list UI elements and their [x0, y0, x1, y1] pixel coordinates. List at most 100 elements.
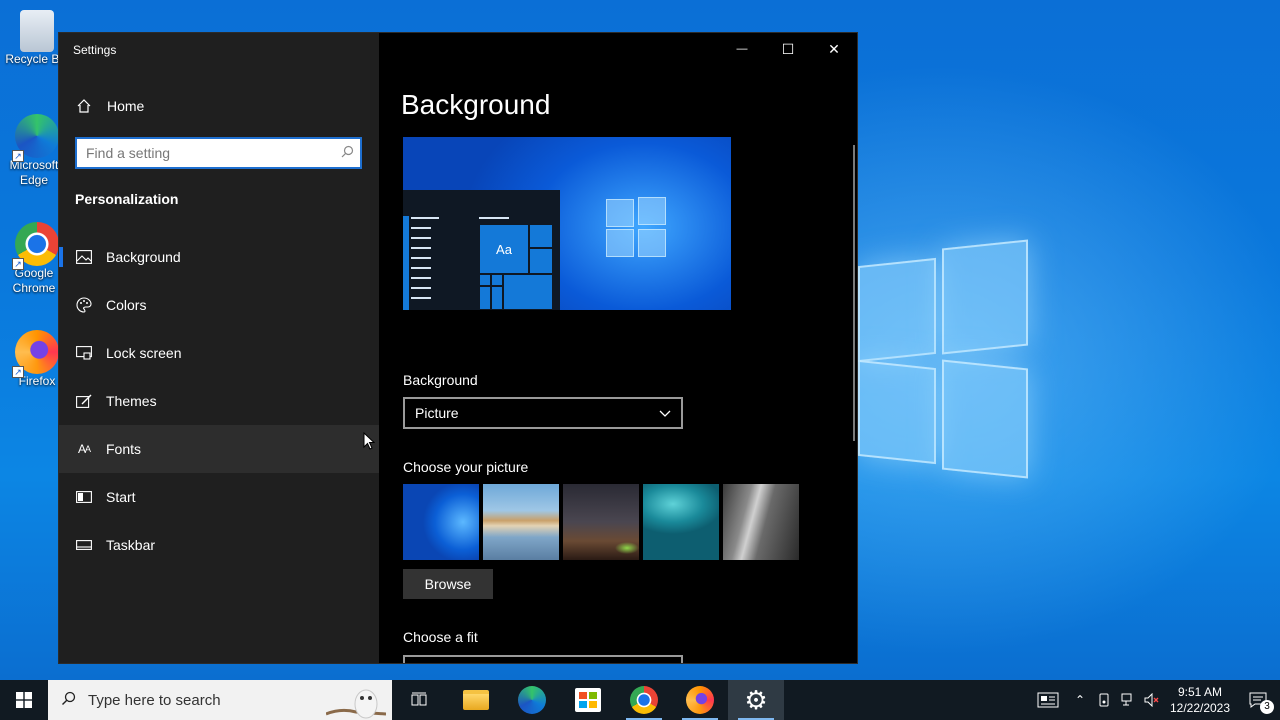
- themes-icon: [75, 392, 93, 410]
- task-view-button[interactable]: [392, 680, 448, 720]
- taskbar-edge[interactable]: [504, 680, 560, 720]
- fonts-icon: AA: [77, 442, 91, 456]
- sidebar-item-themes[interactable]: Themes: [59, 377, 379, 425]
- picture-thumbnail[interactable]: [483, 484, 559, 560]
- picture-thumbnail[interactable]: [403, 484, 479, 560]
- search-highlight-owl-icon: [326, 689, 386, 719]
- sidebar-item-label: Themes: [106, 393, 157, 409]
- tray-device-icon[interactable]: [1092, 680, 1116, 720]
- news-icon: [1037, 692, 1059, 708]
- chevron-down-icon: [659, 405, 671, 421]
- shortcut-arrow-icon: ↗: [12, 150, 24, 162]
- taskbar-icon: [75, 536, 93, 554]
- home-label: Home: [107, 98, 145, 114]
- sidebar-item-label: Fonts: [106, 441, 142, 457]
- sidebar-item-start[interactable]: Start: [59, 473, 379, 521]
- taskbar-search-box[interactable]: Type here to search: [48, 680, 392, 720]
- show-hidden-icons-button[interactable]: ⌃: [1068, 680, 1092, 720]
- maximize-button[interactable]: ☐: [765, 33, 811, 65]
- choose-picture-label: Choose your picture: [403, 459, 529, 475]
- choose-fit-dropdown[interactable]: [403, 655, 683, 663]
- chevron-up-icon: ⌃: [1074, 693, 1086, 707]
- notification-badge: 3: [1260, 700, 1274, 714]
- recycle-bin-icon: [20, 10, 54, 52]
- start-icon: [75, 488, 93, 506]
- maximize-icon: ☐: [781, 40, 795, 57]
- home-icon: [75, 98, 93, 114]
- picture-thumbnail[interactable]: [563, 484, 639, 560]
- clock-time: 9:51 AM: [1177, 685, 1223, 699]
- picture-thumbnail[interactable]: [723, 484, 799, 560]
- home-nav-item[interactable]: Home: [75, 95, 144, 117]
- find-setting-search[interactable]: [75, 137, 362, 169]
- taskbar-file-explorer[interactable]: [448, 680, 504, 720]
- sidebar-item-label: Start: [106, 489, 136, 505]
- shortcut-arrow-icon: ↗: [12, 258, 24, 270]
- settings-icon: ⚙: [744, 685, 768, 715]
- volume-muted-icon: [1144, 693, 1159, 707]
- window-caption-buttons: — ☐ ✕: [719, 33, 857, 65]
- sidebar-item-taskbar[interactable]: Taskbar: [59, 521, 379, 569]
- network-button[interactable]: [1116, 680, 1140, 720]
- background-type-dropdown[interactable]: Picture: [403, 397, 683, 429]
- windows-start-icon: [16, 692, 32, 708]
- close-icon: ✕: [828, 40, 840, 57]
- sidebar-item-lock-screen[interactable]: Lock screen: [59, 329, 379, 377]
- task-view-icon: [411, 692, 427, 706]
- dropdown-value: Picture: [415, 405, 459, 421]
- settings-sidebar: Settings Home Personalization Background: [59, 33, 379, 663]
- taskbar-firefox[interactable]: [672, 680, 728, 720]
- palette-icon: [75, 296, 93, 314]
- sidebar-item-colors[interactable]: Colors: [59, 281, 379, 329]
- choose-fit-label: Choose a fit: [403, 629, 478, 645]
- sidebar-item-label: Colors: [106, 297, 147, 313]
- lock-screen-icon: [75, 344, 93, 362]
- mouse-cursor-icon: [363, 432, 375, 450]
- store-icon: [575, 688, 601, 712]
- taskbar-search-placeholder: Type here to search: [88, 691, 221, 709]
- close-button[interactable]: ✕: [811, 33, 857, 65]
- find-setting-input[interactable]: [77, 139, 334, 167]
- edge-icon: [518, 686, 546, 714]
- start-button[interactable]: [0, 680, 48, 720]
- chrome-icon: [630, 686, 658, 714]
- firefox-icon: [686, 686, 714, 714]
- sidebar-item-label: Lock screen: [106, 345, 182, 361]
- taskbar-store[interactable]: [560, 680, 616, 720]
- page-title: Background: [401, 89, 551, 120]
- windows-logo-wallpaper: [858, 239, 1030, 480]
- file-explorer-icon: [463, 690, 489, 710]
- content-scrollbar[interactable]: [853, 145, 855, 441]
- notification-center-button[interactable]: 3: [1236, 680, 1280, 720]
- taskbar-chrome[interactable]: [616, 680, 672, 720]
- network-icon: [1121, 693, 1132, 706]
- windows-logo-preview: [606, 197, 668, 259]
- settings-content: — ☐ ✕ Background Aa Background Picture C…: [379, 33, 857, 663]
- window-title: Settings: [73, 43, 117, 57]
- background-label: Background: [403, 372, 478, 388]
- search-icon: [48, 691, 88, 710]
- shortcut-arrow-icon: ↗: [12, 366, 24, 378]
- browse-button[interactable]: Browse: [403, 569, 493, 599]
- sidebar-item-label: Background: [106, 249, 181, 265]
- sidebar-item-background[interactable]: Background: [59, 233, 379, 281]
- preview-start-menu: Aa: [403, 190, 560, 310]
- picture-thumbnails: [403, 484, 803, 560]
- personalization-nav: Background Colors Lock screen Themes A A…: [59, 233, 379, 569]
- search-icon[interactable]: [334, 145, 360, 161]
- picture-thumbnail[interactable]: [643, 484, 719, 560]
- system-tray: ⌃ 9:51 AM 12/22/2023 3: [1028, 680, 1280, 720]
- minimize-icon: —: [736, 43, 748, 55]
- volume-button[interactable]: [1140, 680, 1164, 720]
- preview-tile-text: Aa: [479, 224, 529, 274]
- settings-window: Settings Home Personalization Background: [58, 32, 858, 664]
- taskbar: Type here to search ⚙ ⌃ 9:51 AM 12/22/20…: [0, 680, 1280, 720]
- minimize-button[interactable]: —: [719, 33, 765, 65]
- sidebar-item-label: Taskbar: [106, 537, 156, 553]
- news-widget-button[interactable]: [1028, 680, 1068, 720]
- clock-date: 12/22/2023: [1169, 701, 1231, 715]
- taskbar-clock[interactable]: 9:51 AM 12/22/2023: [1164, 684, 1236, 716]
- sidebar-item-fonts[interactable]: AA Fonts: [59, 425, 379, 473]
- usb-device-icon: [1099, 693, 1109, 707]
- taskbar-settings[interactable]: ⚙: [728, 680, 784, 720]
